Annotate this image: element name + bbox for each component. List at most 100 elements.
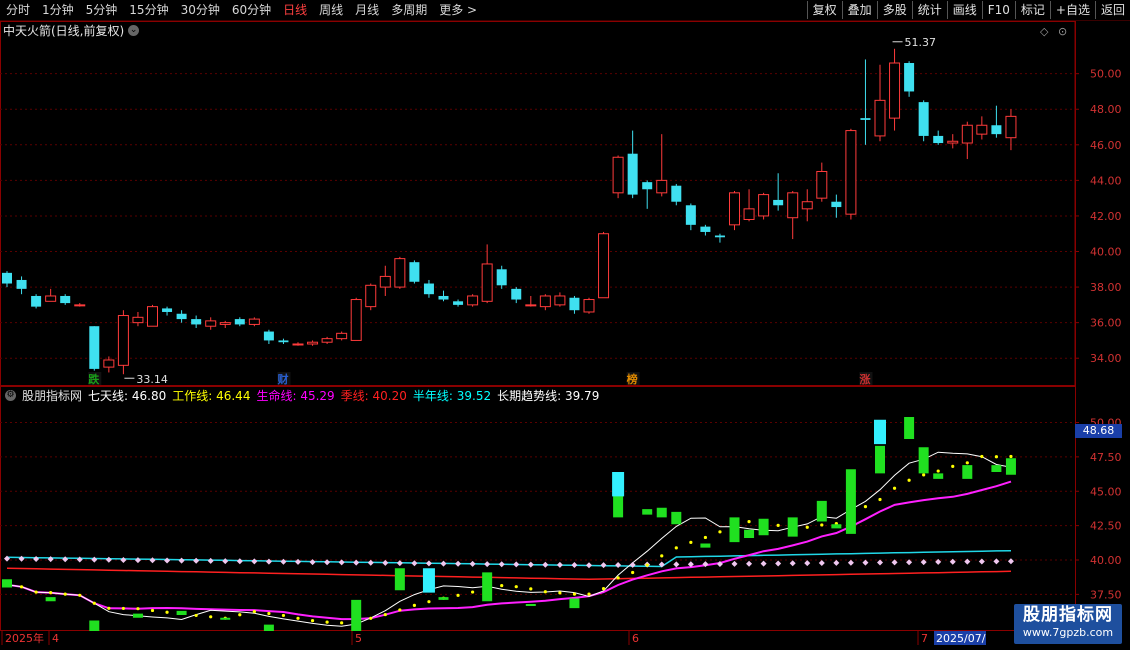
toolbar-button[interactable]: +自选 xyxy=(1049,1,1095,19)
signal-bar[interactable] xyxy=(700,543,711,548)
candle-body[interactable] xyxy=(336,332,348,340)
signal-bar[interactable] xyxy=(845,469,856,534)
candle-body[interactable] xyxy=(947,140,959,144)
candle-body[interactable] xyxy=(2,272,12,284)
signal-bar[interactable] xyxy=(569,598,580,609)
gear-icon[interactable]: ⚙ xyxy=(5,390,16,401)
signal-bar[interactable] xyxy=(744,529,755,538)
signal-bar[interactable] xyxy=(438,597,449,600)
signal-bar[interactable] xyxy=(671,511,682,525)
signal-bar[interactable] xyxy=(2,579,12,588)
signal-bar[interactable] xyxy=(933,473,944,479)
candle-body[interactable] xyxy=(642,182,653,190)
candle-body[interactable] xyxy=(292,343,304,346)
candle-body[interactable] xyxy=(365,284,377,308)
signal-bar[interactable] xyxy=(351,599,362,631)
candle-body[interactable] xyxy=(379,275,391,288)
signal-bar[interactable] xyxy=(729,517,740,543)
period-tab[interactable]: 5分钟 xyxy=(80,0,124,20)
candle-body[interactable] xyxy=(453,301,464,305)
candle-body[interactable] xyxy=(45,295,57,302)
candle-body[interactable] xyxy=(539,295,551,308)
toolbar-button[interactable]: 标记 xyxy=(1014,1,1050,19)
period-tab[interactable]: 分时 xyxy=(0,0,36,20)
signal-bar[interactable] xyxy=(656,507,667,518)
candle-body[interactable] xyxy=(496,269,507,286)
event-tag[interactable]: 榜 xyxy=(627,372,638,386)
event-tag[interactable]: 涨 xyxy=(859,372,870,386)
candle-body[interactable] xyxy=(525,304,537,307)
candle-body[interactable] xyxy=(74,304,86,307)
candle-body[interactable] xyxy=(598,233,610,299)
candle-body[interactable] xyxy=(511,288,522,300)
toolbar-button[interactable]: 复权 xyxy=(806,1,842,19)
period-tab[interactable]: 日线 xyxy=(277,0,313,20)
candle-body[interactable] xyxy=(976,124,988,135)
candle-body[interactable] xyxy=(889,62,901,119)
candle-body[interactable] xyxy=(831,201,842,208)
candle-body[interactable] xyxy=(729,192,740,226)
event-tag[interactable]: 财 xyxy=(276,372,288,386)
candle-body[interactable] xyxy=(671,185,682,202)
period-tab[interactable]: 月线 xyxy=(349,0,385,20)
candle-body[interactable] xyxy=(991,125,1002,135)
candle-body[interactable] xyxy=(743,208,755,221)
signal-bar[interactable] xyxy=(1005,458,1016,475)
candle-body[interactable] xyxy=(132,316,144,324)
candle-body[interactable] xyxy=(787,192,799,219)
candlestick-chart[interactable]: 50.00 48.00 46.00 44.00 42.00 40.00 38.00 36.00… xyxy=(0,21,1130,386)
signal-bar[interactable] xyxy=(89,620,100,632)
signal-bar[interactable] xyxy=(991,465,1002,472)
candle-body[interactable] xyxy=(816,170,828,199)
candle-body[interactable] xyxy=(248,318,260,325)
candle-body[interactable] xyxy=(307,341,319,345)
candle-body[interactable] xyxy=(627,153,638,195)
indicator-chart[interactable]: 50.0047.5045.0042.5040.0037.50 xyxy=(0,386,1130,631)
candle-body[interactable] xyxy=(103,359,115,368)
candle-body[interactable] xyxy=(758,194,770,217)
candle-body[interactable] xyxy=(961,124,973,144)
candle-body[interactable] xyxy=(263,331,274,341)
signal-bar[interactable] xyxy=(132,613,143,618)
candle-body[interactable] xyxy=(321,338,333,343)
candle-body[interactable] xyxy=(714,235,725,238)
toolbar-button[interactable]: 叠加 xyxy=(841,1,877,19)
candle-body[interactable] xyxy=(773,199,784,206)
candle-body[interactable] xyxy=(205,320,217,327)
candle-body[interactable] xyxy=(176,313,187,320)
candle-body[interactable] xyxy=(394,258,406,288)
signal-bar[interactable] xyxy=(220,617,231,620)
period-tab[interactable]: 1分钟 xyxy=(36,0,80,20)
candle-body[interactable] xyxy=(685,205,696,225)
candle-body[interactable] xyxy=(481,263,493,302)
candle-body[interactable] xyxy=(117,315,129,366)
candle-body[interactable] xyxy=(1005,115,1017,139)
candle-body[interactable] xyxy=(278,340,289,343)
toolbar-button[interactable]: 画线 xyxy=(946,1,982,19)
candle-body[interactable] xyxy=(656,179,668,194)
signal-bar[interactable] xyxy=(176,610,187,615)
candle-body[interactable] xyxy=(801,201,813,210)
candle-body[interactable] xyxy=(700,226,711,232)
toolbar-button[interactable]: 返回 xyxy=(1094,1,1130,19)
candle-body[interactable] xyxy=(219,322,231,325)
signal-bar[interactable] xyxy=(831,524,842,529)
settings-icon[interactable]: ⊙ xyxy=(1058,25,1067,38)
period-tab[interactable]: 60分钟 xyxy=(226,0,277,20)
signal-bar[interactable] xyxy=(758,518,769,536)
candle-body[interactable] xyxy=(60,295,71,304)
period-tab[interactable]: 30分钟 xyxy=(175,0,226,20)
candle-body[interactable] xyxy=(147,306,158,327)
signal-bar[interactable] xyxy=(642,509,653,515)
chevron-down-icon[interactable]: ⌄ xyxy=(128,25,140,36)
period-tab[interactable]: 周线 xyxy=(313,0,349,20)
candle-body[interactable] xyxy=(31,295,42,307)
signal-bar[interactable] xyxy=(904,417,915,439)
candle-body[interactable] xyxy=(569,297,580,311)
candle-body[interactable] xyxy=(612,156,624,194)
candle-body[interactable] xyxy=(467,295,479,306)
candle-body[interactable] xyxy=(423,283,434,295)
period-tab[interactable]: 15分钟 xyxy=(123,0,174,20)
candle-body[interactable] xyxy=(904,63,915,92)
signal-bar[interactable] xyxy=(45,597,56,602)
